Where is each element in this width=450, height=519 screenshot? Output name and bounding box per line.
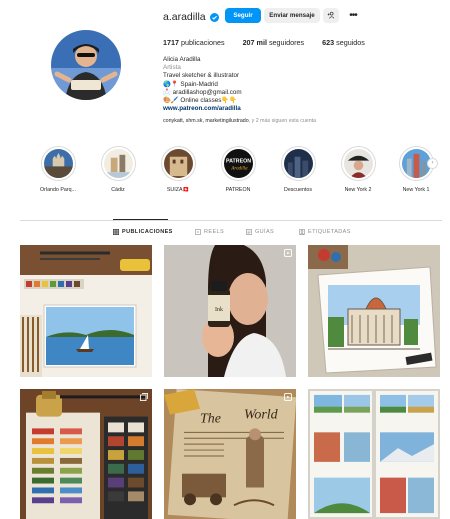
- tab-tagged[interactable]: ETIQUETADAS: [299, 229, 351, 235]
- highlight-label: New York 2: [344, 187, 372, 193]
- profile-tabs: PUBLICACIONES REELS GUÍAS ETIQUETADAS: [0, 229, 450, 239]
- profile-avatar[interactable]: [51, 30, 121, 100]
- bio-category: Artista: [163, 64, 181, 72]
- highlight-item[interactable]: New York 2: [328, 146, 388, 193]
- post-image: [308, 245, 440, 377]
- svg-text:Ink: Ink: [215, 307, 223, 313]
- suggested-accounts-button[interactable]: [323, 8, 339, 23]
- active-tab-indicator: [113, 219, 168, 220]
- post-tile[interactable]: [20, 245, 152, 377]
- bio-line-3: 📩 aradillashop@gmail.com: [163, 88, 242, 96]
- followed-by-names: conykatt, shm.sk, marketingilustrado: [163, 118, 249, 124]
- followers-count: 207 mil: [242, 38, 267, 47]
- highlight-item[interactable]: SUIZA🇨🇭: [148, 146, 208, 193]
- city-sketch-icon: [103, 149, 133, 178]
- posts-stat: 1717 publicaciones: [163, 38, 225, 47]
- svg-text:PATREON: PATREON: [225, 159, 250, 165]
- tab-tagged-label: ETIQUETADAS: [308, 229, 351, 235]
- highlight-label: Descuentos: [284, 187, 312, 193]
- reel-icon: [284, 249, 292, 257]
- profile-stats: 1717 publicaciones 207 mil seguidores 62…: [163, 38, 383, 47]
- highlight-label: SUIZA🇨🇭: [166, 187, 190, 193]
- posts-label: publicaciones: [181, 38, 225, 47]
- follow-button[interactable]: Seguir: [225, 8, 261, 23]
- reel-icon: [284, 393, 292, 401]
- post-tile[interactable]: [20, 389, 152, 519]
- highlight-item[interactable]: Orlando Parq...: [28, 146, 88, 193]
- highlight-item[interactable]: PATREON Aradilla PATREON: [208, 146, 268, 193]
- followed-by[interactable]: conykatt, shm.sk, marketingilustrado, y …: [163, 118, 316, 124]
- patreon-logo-icon: PATREONAradilla: [223, 149, 253, 178]
- tab-guides-label: GUÍAS: [255, 229, 275, 235]
- highlight-item[interactable]: Descuentos: [268, 146, 328, 193]
- verified-badge-icon: [209, 12, 219, 22]
- chevron-right-icon: ›: [431, 160, 434, 166]
- tagged-icon: [299, 229, 305, 235]
- tabs-divider: [20, 220, 442, 221]
- bio-line-4: 🎨🖌️ Online classes👇👇: [163, 97, 238, 105]
- bio-line-2: 🌎📍 Spain-Madrid: [163, 80, 218, 88]
- post-image: [20, 389, 152, 519]
- posts-count: 1717: [163, 38, 179, 47]
- highlight-item[interactable]: New York 1: [386, 146, 446, 193]
- more-options-button[interactable]: •••: [346, 8, 360, 23]
- tab-guides[interactable]: GUÍAS: [246, 229, 274, 235]
- highlight-item[interactable]: Cádiz: [88, 146, 148, 193]
- bio-name: Alicia Aradilla: [163, 56, 201, 63]
- story-highlights: Orlando Parq... Cádiz SUIZA🇨🇭 PATREON Ara…: [0, 146, 450, 198]
- post-image: The World: [164, 389, 296, 519]
- tab-posts[interactable]: PUBLICACIONES: [113, 229, 173, 235]
- post-image: Ink: [164, 245, 296, 377]
- post-image: [20, 245, 152, 377]
- castle-icon: [43, 149, 73, 178]
- post-image: [308, 389, 440, 519]
- svg-text:World: World: [244, 408, 278, 423]
- building-icon: [163, 149, 193, 178]
- reels-icon: [195, 229, 201, 235]
- highlight-label: PATREON: [225, 187, 251, 193]
- tab-reels[interactable]: REELS: [195, 229, 224, 235]
- following-stat[interactable]: 623 seguidos: [322, 38, 365, 47]
- tab-posts-label: PUBLICACIONES: [122, 229, 173, 235]
- followed-by-rest: , y 2 más siguen esta cuenta: [248, 118, 317, 124]
- post-tile[interactable]: [308, 245, 440, 377]
- followers-stat[interactable]: 207 mil seguidores: [243, 38, 305, 47]
- add-user-icon: [327, 11, 335, 19]
- portrait-icon: [343, 149, 373, 178]
- grid-icon: [113, 229, 119, 235]
- multiple-posts-icon: [140, 393, 148, 401]
- svg-text:The: The: [200, 412, 221, 427]
- send-message-button[interactable]: Enviar mensaje: [264, 8, 320, 23]
- highlight-label: New York 1: [402, 187, 430, 193]
- username-row: a.aradilla: [163, 9, 219, 25]
- post-tile[interactable]: Ink: [164, 245, 296, 377]
- highlight-label: Orlando Parq...: [40, 187, 76, 193]
- post-tile[interactable]: [308, 389, 440, 519]
- post-tile[interactable]: The World: [164, 389, 296, 519]
- followers-label: seguidores: [268, 38, 305, 47]
- profile-username: a.aradilla: [163, 11, 206, 23]
- more-options-icon: •••: [349, 9, 357, 21]
- highlights-next-button[interactable]: ›: [427, 158, 438, 169]
- highlight-label: Cádiz: [111, 187, 125, 193]
- following-label: seguidos: [336, 38, 365, 47]
- city-night-icon: [283, 149, 313, 178]
- bio-line-1: Travel sketcher & illustrator: [163, 72, 240, 80]
- following-count: 623: [322, 38, 335, 47]
- profile-bio: Alicia Aradilla Artista Travel sketcher …: [163, 56, 242, 113]
- avatar-photo: [51, 30, 121, 100]
- guides-icon: [246, 229, 252, 235]
- tab-reels-label: REELS: [204, 229, 225, 235]
- bio-link[interactable]: www.patreon.com/aradilla: [163, 105, 242, 113]
- svg-text:Aradilla: Aradilla: [230, 166, 248, 171]
